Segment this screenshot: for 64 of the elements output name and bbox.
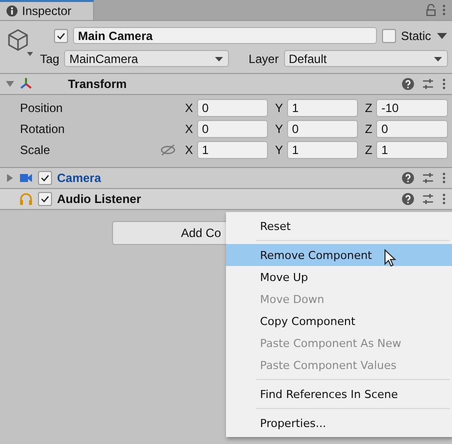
more-icon[interactable] bbox=[442, 172, 446, 184]
axis-label: Y bbox=[275, 122, 284, 136]
axis-label: Z bbox=[365, 101, 372, 115]
caret-icon bbox=[214, 56, 224, 62]
property-label: Scale bbox=[20, 143, 52, 157]
camera-icon bbox=[19, 171, 33, 185]
axis-label: X bbox=[185, 122, 194, 136]
menu-item[interactable]: Move Up bbox=[226, 266, 452, 288]
static-label: Static bbox=[400, 28, 431, 42]
sliders-icon[interactable] bbox=[422, 78, 434, 90]
axis-label: Y bbox=[275, 143, 284, 157]
property-label: Rotation bbox=[20, 122, 66, 136]
checkbox[interactable] bbox=[54, 28, 68, 42]
sliders-icon[interactable] bbox=[422, 193, 434, 205]
number-field[interactable]: 0 bbox=[287, 120, 358, 138]
number-field[interactable]: 0 bbox=[376, 120, 448, 138]
foldout-icon[interactable] bbox=[6, 174, 14, 182]
number-field[interactable]: 0 bbox=[197, 120, 268, 138]
checkbox[interactable] bbox=[382, 28, 396, 42]
number-field[interactable]: 1 bbox=[287, 99, 358, 117]
name-field[interactable]: Main Camera bbox=[73, 27, 377, 44]
unlinked-icon[interactable] bbox=[160, 144, 176, 156]
axis-label: Z bbox=[365, 122, 372, 136]
number-field[interactable]: 1 bbox=[287, 141, 358, 159]
tag-label: Tag bbox=[40, 52, 60, 66]
axis-label: Z bbox=[365, 143, 372, 157]
more-icon[interactable] bbox=[442, 193, 446, 205]
help-icon[interactable] bbox=[402, 172, 414, 184]
menu-item[interactable]: Find References In Scene bbox=[226, 383, 452, 405]
caret-icon bbox=[433, 56, 444, 62]
transform-axes-icon bbox=[19, 77, 33, 91]
axis-label: X bbox=[185, 101, 194, 115]
menu-item[interactable]: Properties... bbox=[226, 412, 452, 434]
checkbox[interactable] bbox=[38, 192, 52, 206]
tag-dropdown[interactable]: MainCamera bbox=[64, 50, 229, 67]
menu-item[interactable]: Remove Component bbox=[226, 244, 452, 266]
number-field[interactable]: 1 bbox=[376, 141, 448, 159]
axis-label: X bbox=[185, 143, 194, 157]
headphones-icon bbox=[19, 192, 33, 206]
help-icon[interactable] bbox=[402, 193, 414, 205]
tab[interactable]: Inspector bbox=[0, 0, 94, 20]
layer-dropdown[interactable]: Default bbox=[284, 50, 448, 67]
more-icon[interactable] bbox=[442, 4, 446, 16]
property-label: Position bbox=[20, 101, 64, 115]
cursor-icon bbox=[384, 249, 396, 268]
more-icon[interactable] bbox=[442, 78, 446, 90]
info-icon bbox=[6, 5, 18, 17]
menu-item[interactable]: Copy Component bbox=[226, 310, 452, 332]
component-header[interactable]: Audio Listener bbox=[0, 189, 452, 210]
axis-label: Y bbox=[275, 101, 284, 115]
layer-label: Layer bbox=[248, 52, 279, 66]
number-field[interactable]: 0 bbox=[197, 99, 268, 117]
help-icon[interactable] bbox=[402, 78, 414, 90]
caret-icon[interactable] bbox=[436, 32, 448, 40]
number-field[interactable]: 1 bbox=[197, 141, 268, 159]
foldout-icon[interactable] bbox=[6, 80, 14, 88]
add-component-button[interactable]: Add Co bbox=[112, 221, 226, 245]
component-header[interactable]: Camera bbox=[0, 168, 452, 189]
sliders-icon[interactable] bbox=[422, 172, 434, 184]
component-header[interactable]: Transform bbox=[0, 74, 452, 95]
lock-icon[interactable] bbox=[426, 4, 436, 16]
checkbox[interactable] bbox=[38, 171, 52, 185]
number-field[interactable]: -10 bbox=[376, 99, 448, 117]
menu-item[interactable]: Reset bbox=[226, 215, 452, 237]
